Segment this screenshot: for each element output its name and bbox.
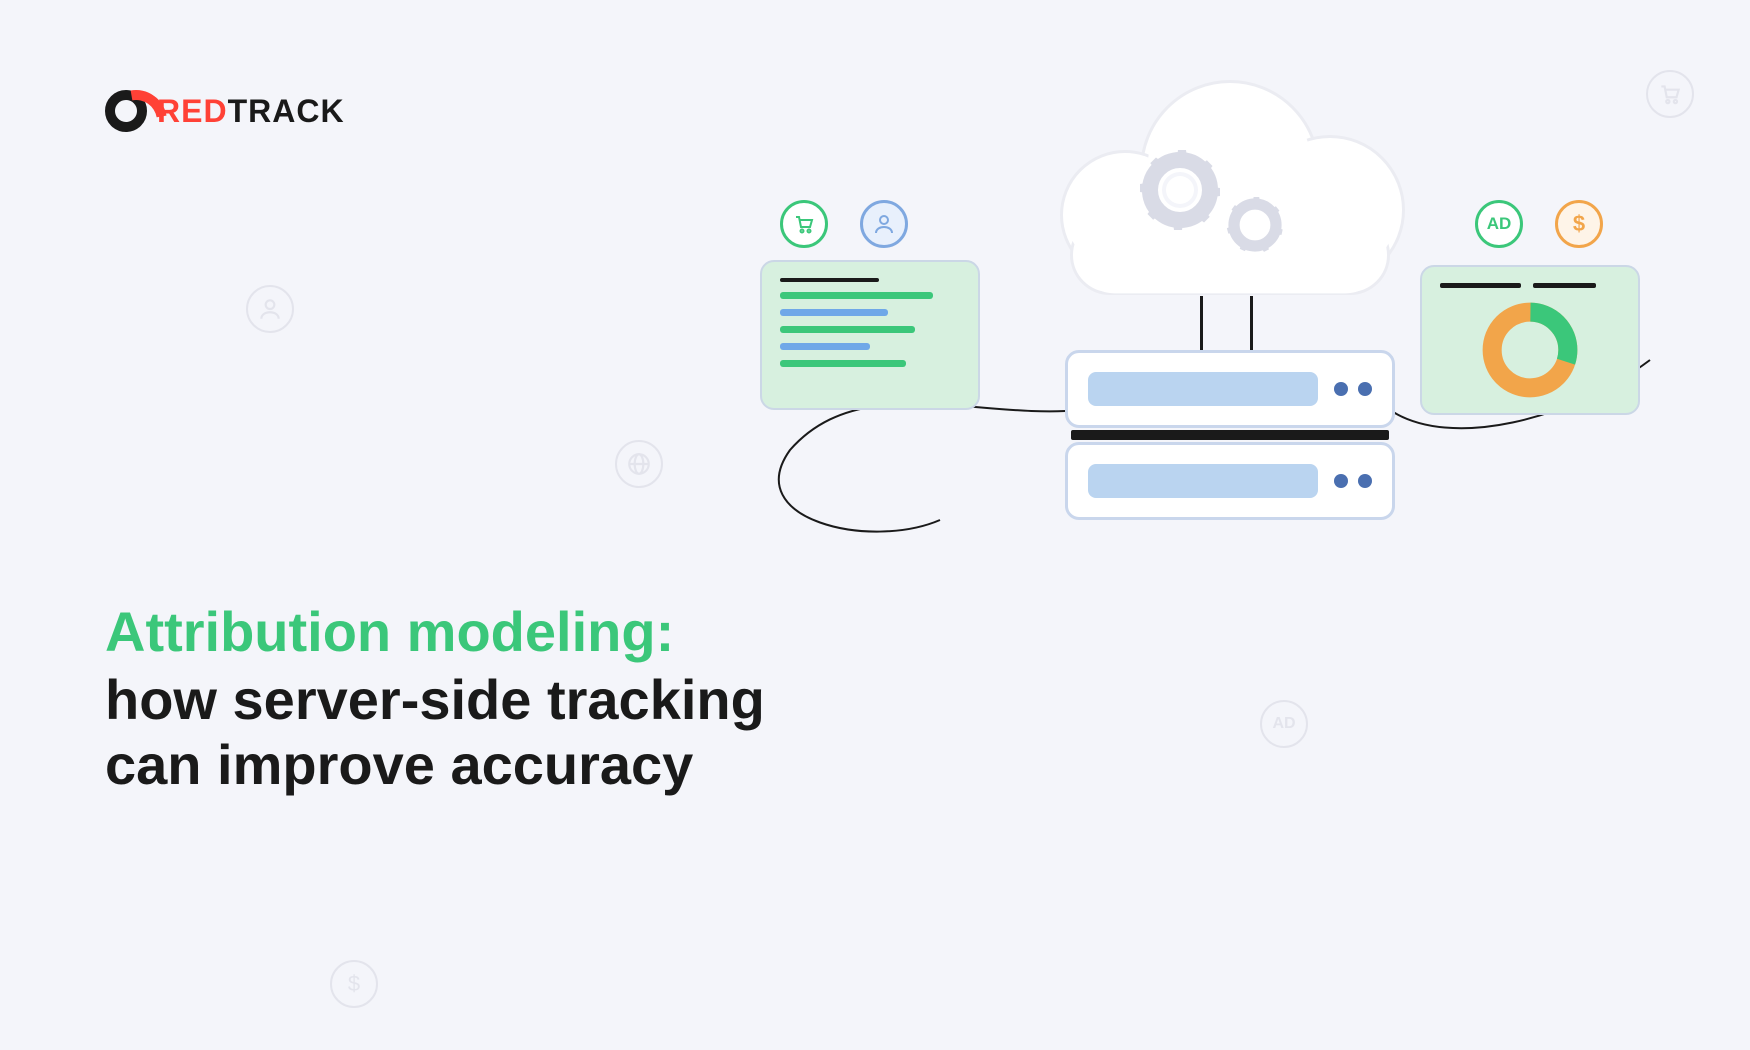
logo-mark-icon (105, 90, 147, 132)
server-unit (1065, 350, 1395, 428)
logo-red: RED (157, 93, 228, 129)
logo-track: TRACK (228, 93, 345, 129)
ad-ghost-label: AD (1272, 715, 1295, 733)
logo-text: REDTRACK (157, 93, 345, 130)
dollar-badge: $ (1555, 200, 1603, 248)
ad-badge: AD (1475, 200, 1523, 248)
headline-line1: Attribution modeling: (105, 600, 765, 664)
headline-line2: how server-side tracking (105, 668, 765, 732)
cart-badge-icon (780, 200, 828, 248)
ad-badge-label: AD (1487, 214, 1512, 234)
server-stack (1065, 350, 1395, 526)
hero-illustration: AD $ (760, 70, 1640, 590)
donut-chart-icon (1480, 300, 1580, 400)
gears-icon (1120, 130, 1320, 280)
user-badge-icon (860, 200, 908, 248)
cart-ghost-icon (1646, 70, 1694, 118)
cloud-stem-left (1200, 296, 1203, 356)
ad-ghost-icon: AD (1260, 700, 1308, 748)
dollar-ghost-icon: $ (330, 960, 378, 1008)
headline-line3: can improve accuracy (105, 733, 765, 797)
analytics-panel-bars (760, 260, 980, 410)
dollar-badge-label: $ (1573, 211, 1585, 237)
dollar-ghost-label: $ (348, 971, 360, 997)
user-ghost-icon (246, 285, 294, 333)
page-headline: Attribution modeling: how server-side tr… (105, 600, 765, 797)
analytics-panel-donut (1420, 265, 1640, 415)
globe-ghost-icon (615, 440, 663, 488)
brand-logo: REDTRACK (105, 90, 345, 132)
server-unit (1065, 442, 1395, 520)
cloud-stem-right (1250, 296, 1253, 356)
